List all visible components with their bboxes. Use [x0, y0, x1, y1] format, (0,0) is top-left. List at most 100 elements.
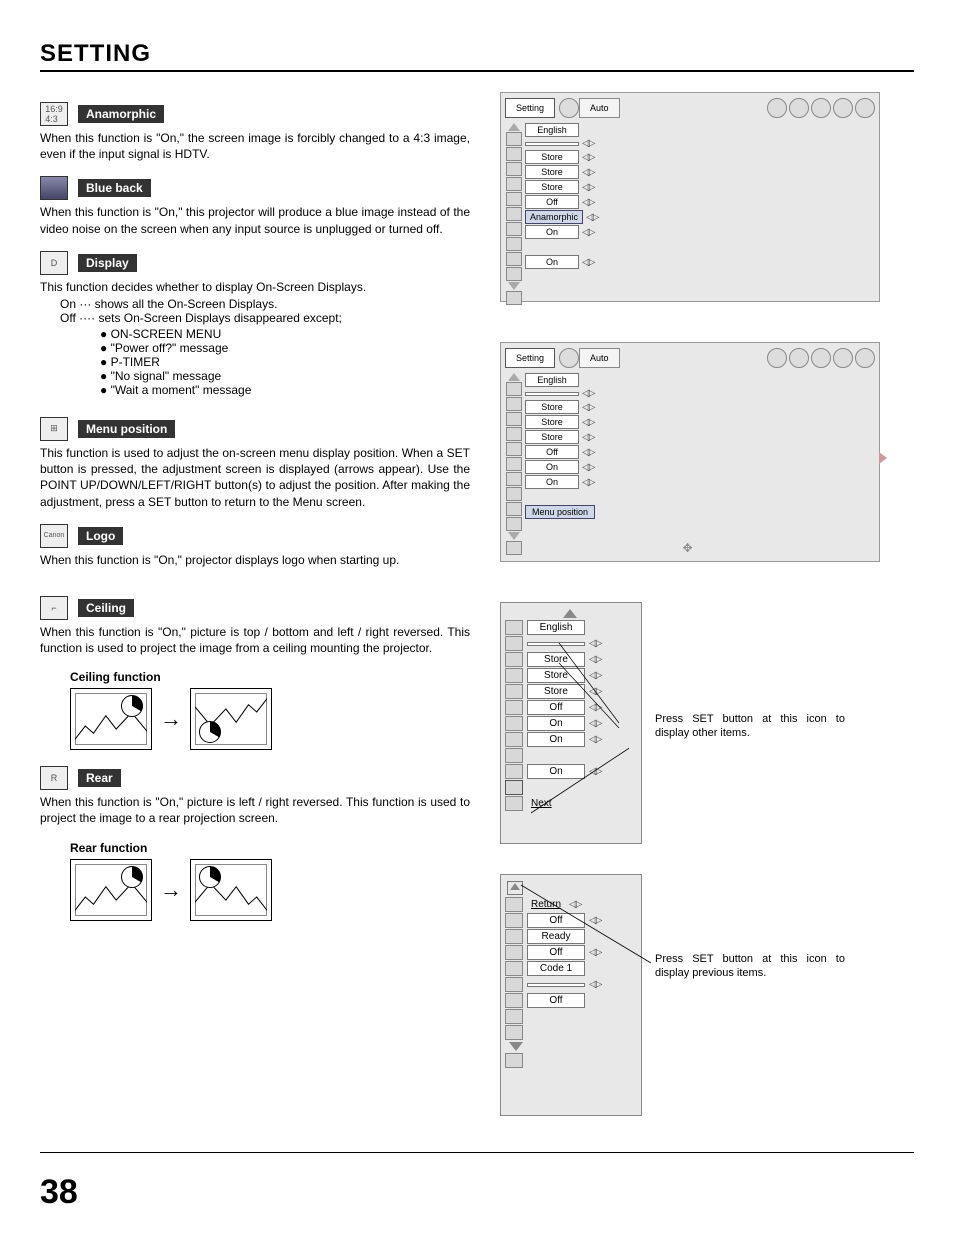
- menu-value[interactable]: Code 1: [527, 961, 585, 976]
- tab-icon[interactable]: [855, 98, 875, 118]
- menu-value[interactable]: Off: [527, 945, 585, 960]
- menu-value[interactable]: [525, 142, 579, 146]
- move-cross-icon[interactable]: ✥: [682, 541, 692, 555]
- menu-row-icon: [506, 502, 522, 516]
- tab-icon[interactable]: [767, 98, 787, 118]
- lr-arrows-icon[interactable]: ◁▷: [589, 766, 600, 777]
- lr-arrows-icon[interactable]: ◁▷: [589, 734, 600, 745]
- menu-value[interactable]: On: [525, 255, 579, 269]
- menu-value[interactable]: English: [527, 620, 585, 635]
- lr-arrows-icon[interactable]: ◁▷: [582, 138, 593, 149]
- tab-icon[interactable]: [559, 348, 579, 368]
- menu-value[interactable]: On: [527, 732, 585, 747]
- lr-arrows-icon[interactable]: ◁▷: [582, 477, 593, 488]
- lr-arrows-icon[interactable]: ◁▷: [586, 212, 597, 223]
- lr-arrows-icon[interactable]: ◁▷: [589, 947, 600, 958]
- lr-arrows-icon[interactable]: ◁▷: [582, 197, 593, 208]
- menu-value[interactable]: [527, 642, 585, 646]
- scroll-up-icon[interactable]: [508, 123, 520, 131]
- menu-value[interactable]: Off: [527, 913, 585, 928]
- display-label: Display: [78, 254, 137, 272]
- tab-icon[interactable]: [789, 348, 809, 368]
- prev-page-icon[interactable]: [507, 881, 523, 895]
- menu-value[interactable]: [527, 983, 585, 987]
- lr-arrows-icon[interactable]: ◁▷: [582, 227, 593, 238]
- lr-arrows-icon[interactable]: ◁▷: [589, 686, 600, 697]
- menu-value[interactable]: On: [525, 460, 579, 474]
- tab-icon[interactable]: [855, 348, 875, 368]
- lr-arrows-icon[interactable]: ◁▷: [589, 670, 600, 681]
- menu-value[interactable]: On: [525, 475, 579, 489]
- menu-value[interactable]: On: [527, 716, 585, 731]
- tab-setting[interactable]: Setting: [505, 98, 555, 118]
- rear-icon: R: [40, 766, 68, 790]
- menu-value[interactable]: Store: [525, 400, 579, 414]
- scroll-down-icon[interactable]: [508, 532, 520, 540]
- next-page-icon[interactable]: [505, 780, 523, 795]
- menu-value[interactable]: [525, 392, 579, 396]
- tab-icon[interactable]: [789, 98, 809, 118]
- scroll-up-icon[interactable]: [508, 373, 520, 381]
- menu-value[interactable]: Off: [525, 445, 579, 459]
- tab-icon[interactable]: [767, 348, 787, 368]
- tab-setting[interactable]: Setting: [505, 348, 555, 368]
- lr-arrows-icon[interactable]: ◁▷: [582, 152, 593, 163]
- menu-value[interactable]: Off: [527, 993, 585, 1008]
- lr-arrows-icon[interactable]: ◁▷: [582, 462, 593, 473]
- menu-value[interactable]: On: [527, 764, 585, 779]
- menupos-text: This function is used to adjust the on-s…: [40, 445, 470, 510]
- lr-arrows-icon[interactable]: ◁▷: [582, 388, 593, 399]
- return-link[interactable]: Return: [527, 898, 565, 911]
- menu-value[interactable]: English: [525, 373, 579, 387]
- tab-icon[interactable]: [811, 348, 831, 368]
- menu-value[interactable]: Store: [527, 684, 585, 699]
- lr-arrows-icon[interactable]: ◁▷: [589, 979, 600, 990]
- menu-value[interactable]: Store: [527, 668, 585, 683]
- scroll-down-icon[interactable]: [508, 282, 520, 290]
- tab-icon[interactable]: [833, 348, 853, 368]
- tab-icon[interactable]: [559, 98, 579, 118]
- menu-value[interactable]: English: [525, 123, 579, 137]
- menu-value[interactable]: Off: [525, 195, 579, 209]
- lr-arrows-icon[interactable]: ◁▷: [589, 638, 600, 649]
- lr-arrows-icon[interactable]: ◁▷: [589, 654, 600, 665]
- menu-value[interactable]: Store: [525, 430, 579, 444]
- menu-value[interactable]: Store: [527, 652, 585, 667]
- lr-arrows-icon[interactable]: ◁▷: [582, 417, 593, 428]
- lr-arrows-icon[interactable]: ◁▷: [589, 718, 600, 729]
- next-link[interactable]: Next: [527, 797, 556, 810]
- menu-row-icon: [505, 716, 523, 731]
- tab-auto[interactable]: Auto: [579, 98, 620, 118]
- menu-value[interactable]: Off: [527, 700, 585, 715]
- menu-row-icon: [506, 192, 522, 206]
- tab-icon[interactable]: [811, 98, 831, 118]
- menu-value[interactable]: Store: [525, 415, 579, 429]
- menu-value[interactable]: Ready: [527, 929, 585, 944]
- lr-arrows-icon[interactable]: ◁▷: [582, 257, 593, 268]
- menu-value-highlighted[interactable]: Anamorphic: [525, 210, 583, 224]
- lr-arrows-icon[interactable]: ◁▷: [582, 182, 593, 193]
- lr-arrows-icon[interactable]: ◁▷: [569, 899, 580, 910]
- menu-row-icon: [506, 162, 522, 176]
- lr-arrows-icon[interactable]: ◁▷: [582, 402, 593, 413]
- blueback-text: When this function is "On," this project…: [40, 204, 470, 236]
- scroll-up-icon[interactable]: [563, 609, 577, 618]
- menu-value[interactable]: Store: [525, 180, 579, 194]
- lr-arrows-icon[interactable]: ◁▷: [589, 915, 600, 926]
- lr-arrows-icon[interactable]: ◁▷: [582, 167, 593, 178]
- menu-row-icon: [506, 472, 522, 486]
- menu-value[interactable]: Store: [525, 150, 579, 164]
- ceiling-diagram: →: [70, 688, 470, 750]
- rear-diagram: →: [70, 859, 470, 921]
- lr-arrows-icon[interactable]: ◁▷: [582, 432, 593, 443]
- tab-icon[interactable]: [833, 98, 853, 118]
- anamorphic-icon: 16:94:3: [40, 102, 68, 126]
- menu-row-icon: [506, 207, 522, 221]
- menu-value[interactable]: Store: [525, 165, 579, 179]
- tab-auto[interactable]: Auto: [579, 348, 620, 368]
- menu-value-highlighted[interactable]: Menu position: [525, 505, 595, 519]
- scroll-down-icon[interactable]: [509, 1042, 523, 1051]
- lr-arrows-icon[interactable]: ◁▷: [582, 447, 593, 458]
- menu-value[interactable]: On: [525, 225, 579, 239]
- lr-arrows-icon[interactable]: ◁▷: [589, 702, 600, 713]
